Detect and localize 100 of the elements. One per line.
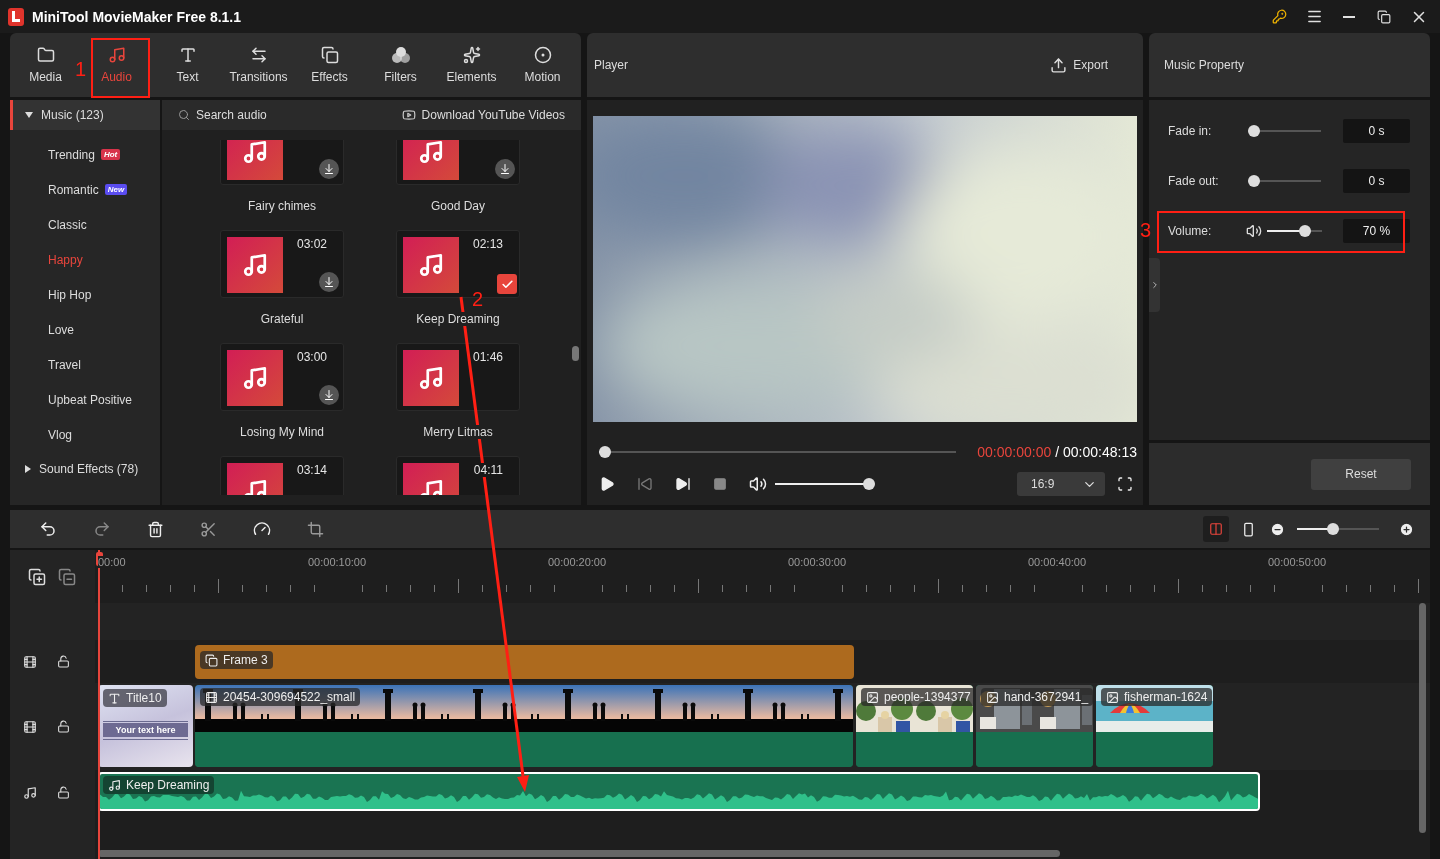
audio-title: Merry Litmas (423, 425, 493, 439)
volume-slider[interactable] (775, 478, 875, 490)
add-track-icon[interactable] (28, 567, 46, 586)
clip-label: people-1394377 (884, 690, 971, 704)
skip-forward-icon (675, 476, 691, 492)
tab[interactable]: Text (152, 33, 223, 97)
tab[interactable]: Effects (294, 33, 365, 97)
scrollbar-thumb[interactable] (572, 346, 579, 361)
image-clip[interactable]: hand-3672941_ (976, 685, 1093, 767)
expand-arrow-icon (25, 465, 31, 473)
lock-icon[interactable] (57, 720, 70, 733)
value-field[interactable]: 70 % (1343, 219, 1410, 243)
music-note-icon (108, 778, 121, 792)
fade-slider[interactable] (1248, 125, 1321, 137)
image-clip[interactable]: fisherman-1624 (1096, 685, 1213, 767)
zoom-slider[interactable] (1297, 523, 1379, 535)
redo-icon (93, 520, 111, 538)
audio-card[interactable]: 03:14 (220, 456, 344, 495)
video-download-icon (401, 108, 416, 122)
checkbox[interactable] (497, 274, 517, 294)
title-clip[interactable]: Title10 Your text here (98, 685, 193, 767)
lock-icon[interactable] (57, 786, 70, 799)
audio-card[interactable]: 04:11 (396, 456, 520, 495)
download-icon (323, 163, 335, 175)
remove-track-icon[interactable] (58, 567, 76, 586)
image-clip[interactable]: people-1394377 (856, 685, 973, 767)
annotation-number: 3 (1140, 219, 1152, 242)
property-label: Fade in: (1168, 124, 1213, 138)
reset-button[interactable]: Reset (1311, 458, 1411, 490)
category-item[interactable]: Hip Hop (10, 277, 160, 312)
fullscreen-button[interactable] (1115, 474, 1135, 494)
stop-button[interactable] (711, 475, 729, 493)
search-field[interactable]: Search audio (178, 108, 267, 122)
category-item[interactable]: Romantic New (10, 172, 160, 207)
image-icon (1106, 690, 1119, 704)
download-button[interactable] (319, 272, 339, 292)
category-item[interactable]: Classic (10, 207, 160, 242)
category-item[interactable]: Vlog (10, 417, 160, 452)
collapse-handle[interactable] (1149, 258, 1160, 312)
tab[interactable]: Filters (365, 33, 436, 97)
tab[interactable]: Elements (436, 33, 507, 97)
collapse-arrow-icon (25, 112, 33, 118)
tab[interactable]: Transitions (223, 33, 294, 97)
download-icon (499, 163, 511, 175)
bar-icon (1241, 521, 1256, 537)
panel-title: Player (594, 58, 628, 72)
property-label: Fade out: (1168, 174, 1220, 188)
clip-label: 20454-309694522_small (223, 690, 356, 704)
volume-slider[interactable] (1267, 225, 1322, 237)
skip-back-icon (637, 476, 653, 492)
category-item[interactable]: Love (10, 312, 160, 347)
window-title: MiniTool MovieMaker Free 8.1.1 (32, 8, 242, 25)
undo-icon (39, 520, 57, 538)
category-item[interactable]: Travel (10, 347, 160, 382)
menu-icon (1305, 8, 1323, 25)
category-group[interactable]: Sound Effects (78) (10, 454, 160, 484)
export-icon (1050, 56, 1068, 74)
clip-label: Frame 3 (223, 653, 268, 667)
category-item[interactable]: Trending Hot (10, 137, 160, 172)
app-logo (8, 7, 24, 26)
swap-arrows-icon (249, 46, 268, 64)
download-icon (323, 276, 335, 288)
badge: Hot (100, 149, 121, 160)
scrollbar-thumb[interactable] (98, 850, 1060, 857)
stop-icon (713, 477, 727, 491)
fade-slider[interactable] (1248, 175, 1321, 187)
download-link[interactable]: Download YouTube Videos (401, 108, 565, 122)
lock-icon[interactable] (57, 655, 70, 668)
scrollbar-thumb[interactable] (1419, 603, 1426, 833)
annotation-box (91, 38, 150, 98)
export-button[interactable]: Export (1050, 56, 1108, 74)
snap-button[interactable] (1203, 516, 1229, 542)
music-note-icon (23, 785, 37, 800)
category-item[interactable]: Happy (10, 242, 160, 277)
download-button[interactable] (319, 385, 339, 405)
download-button[interactable] (319, 159, 339, 179)
music-note-icon (107, 46, 126, 64)
gauge-icon (253, 520, 271, 538)
speaker-icon (749, 475, 767, 493)
film-icon (23, 719, 37, 734)
audio-card[interactable]: 03:00 (220, 343, 344, 411)
audio-title: Keep Dreaming (416, 312, 500, 326)
download-button[interactable] (495, 159, 515, 179)
tab[interactable]: Motion (507, 33, 578, 97)
video-clip[interactable]: 20454-309694522_small (195, 685, 853, 767)
audio-clip[interactable]: Keep Dreaming (98, 772, 1260, 811)
value-field[interactable]: 0 s (1343, 169, 1410, 193)
category-item[interactable]: Upbeat Positive (10, 382, 160, 417)
value-field[interactable]: 0 s (1343, 119, 1410, 143)
audio-card[interactable]: 03:02 (220, 230, 344, 298)
ruler-label: 00:00:50:00 (1268, 556, 1327, 568)
panel-title: Music Property (1164, 58, 1245, 72)
film-icon (23, 654, 37, 669)
audio-card[interactable]: 01:46 (396, 343, 520, 411)
music-thumbnail (403, 350, 459, 406)
duration: 03:14 (296, 463, 327, 477)
progress-slider[interactable] (599, 446, 956, 458)
category-group[interactable]: Music (123) (10, 100, 160, 130)
frame-clip[interactable]: Frame 3 (195, 645, 854, 679)
aspect-ratio-dropdown[interactable]: 16:9 (1017, 472, 1105, 496)
